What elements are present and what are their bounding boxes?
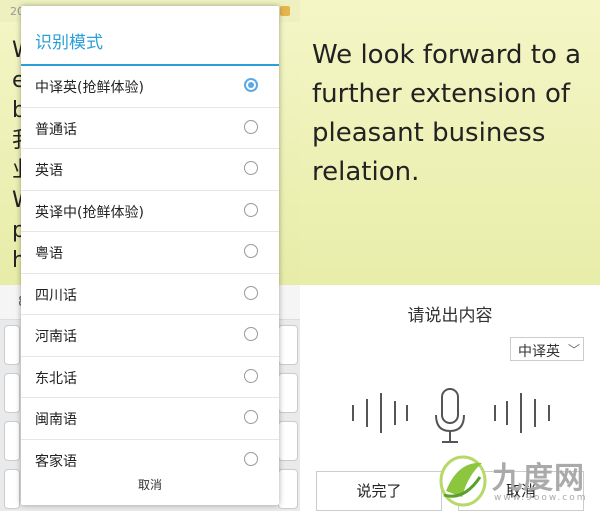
key[interactable] <box>4 373 20 413</box>
key[interactable] <box>4 469 20 509</box>
radio-icon[interactable] <box>244 327 258 341</box>
right-panel: We look forward to a further extension o… <box>300 0 600 511</box>
watermark-logo: 九度网 www.9oow.com <box>430 445 600 511</box>
done-speaking-button[interactable]: 说完了 <box>316 471 442 511</box>
mode-option-label: 普通话 <box>35 121 77 138</box>
radio-checked-icon[interactable] <box>244 78 258 92</box>
mode-option[interactable]: 闽南语 <box>21 398 279 440</box>
watermark-text: 九度网 <box>492 461 585 496</box>
chevron-down-icon: ﹀ <box>568 343 581 357</box>
radio-icon[interactable] <box>244 368 258 383</box>
sound-wave-left-icon <box>352 393 412 433</box>
mode-option[interactable]: 客家语 <box>21 440 279 481</box>
mode-option-list: 中译英(抢鲜体验) 普通话 英语 英译中(抢鲜体验) 粤语 四川话 河南话 东北… <box>21 66 279 480</box>
mode-option-label: 四川话 <box>35 287 77 304</box>
key[interactable] <box>278 373 298 413</box>
dialog-cancel-button[interactable]: 取消 <box>21 476 279 493</box>
mode-option[interactable]: 普通话 <box>21 108 279 149</box>
mode-option-label: 东北话 <box>35 370 77 387</box>
left-panel: 20 W e b 我 业 W p h 8 识别模式 中译英(抢鲜体验) <box>0 0 300 511</box>
mode-option[interactable]: 英语 <box>21 149 279 191</box>
mode-option-label: 客家语 <box>35 453 77 470</box>
key[interactable] <box>278 469 298 509</box>
key[interactable] <box>4 325 20 365</box>
key[interactable] <box>278 325 298 365</box>
key[interactable] <box>4 421 20 461</box>
mode-option-label: 英语 <box>35 163 63 179</box>
keyboard-keys-left <box>4 325 20 509</box>
radio-icon[interactable] <box>244 119 258 134</box>
mode-option-label: 粤语 <box>35 246 63 262</box>
note-card: We look forward to a further extension o… <box>300 0 600 285</box>
recognition-mode-dialog: 识别模式 中译英(抢鲜体验) 普通话 英语 英译中(抢鲜体验) 粤语 四川话 河… <box>21 6 279 505</box>
radio-icon[interactable] <box>244 451 258 466</box>
leaf-logo-icon <box>439 455 487 507</box>
note-body-text: We look forward to a further extension o… <box>312 40 582 187</box>
mode-option[interactable]: 粤语 <box>21 232 279 274</box>
dialog-title: 识别模式 <box>35 33 103 53</box>
radio-icon[interactable] <box>244 410 258 424</box>
mode-option[interactable]: 河南话 <box>21 315 279 357</box>
mode-option-label: 中译英(抢鲜体验) <box>35 80 144 96</box>
key[interactable] <box>278 421 298 461</box>
radio-icon[interactable] <box>244 285 258 300</box>
mode-option[interactable]: 中译英(抢鲜体验) <box>21 66 279 108</box>
language-select-value: 中译英 <box>518 344 560 360</box>
keyboard-keys-right <box>278 325 298 509</box>
voice-prompt: 请说出内容 <box>407 306 493 326</box>
radio-icon[interactable] <box>244 202 258 217</box>
language-select[interactable]: 中译英 ﹀ <box>510 337 584 361</box>
microphone-icon[interactable] <box>433 387 467 445</box>
mode-option-label: 河南话 <box>35 329 77 345</box>
radio-icon[interactable] <box>244 161 258 175</box>
note-color-icon[interactable] <box>280 6 290 16</box>
mode-option[interactable]: 四川话 <box>21 274 279 315</box>
mode-option[interactable]: 英译中(抢鲜体验) <box>21 191 279 232</box>
mode-option[interactable]: 东北话 <box>21 357 279 398</box>
mode-option-label: 闽南语 <box>35 412 77 428</box>
watermark-url: www.9oow.com <box>494 493 588 503</box>
radio-icon[interactable] <box>244 244 258 258</box>
mode-option-label: 英译中(抢鲜体验) <box>35 204 144 221</box>
sound-wave-right-icon <box>494 393 554 433</box>
